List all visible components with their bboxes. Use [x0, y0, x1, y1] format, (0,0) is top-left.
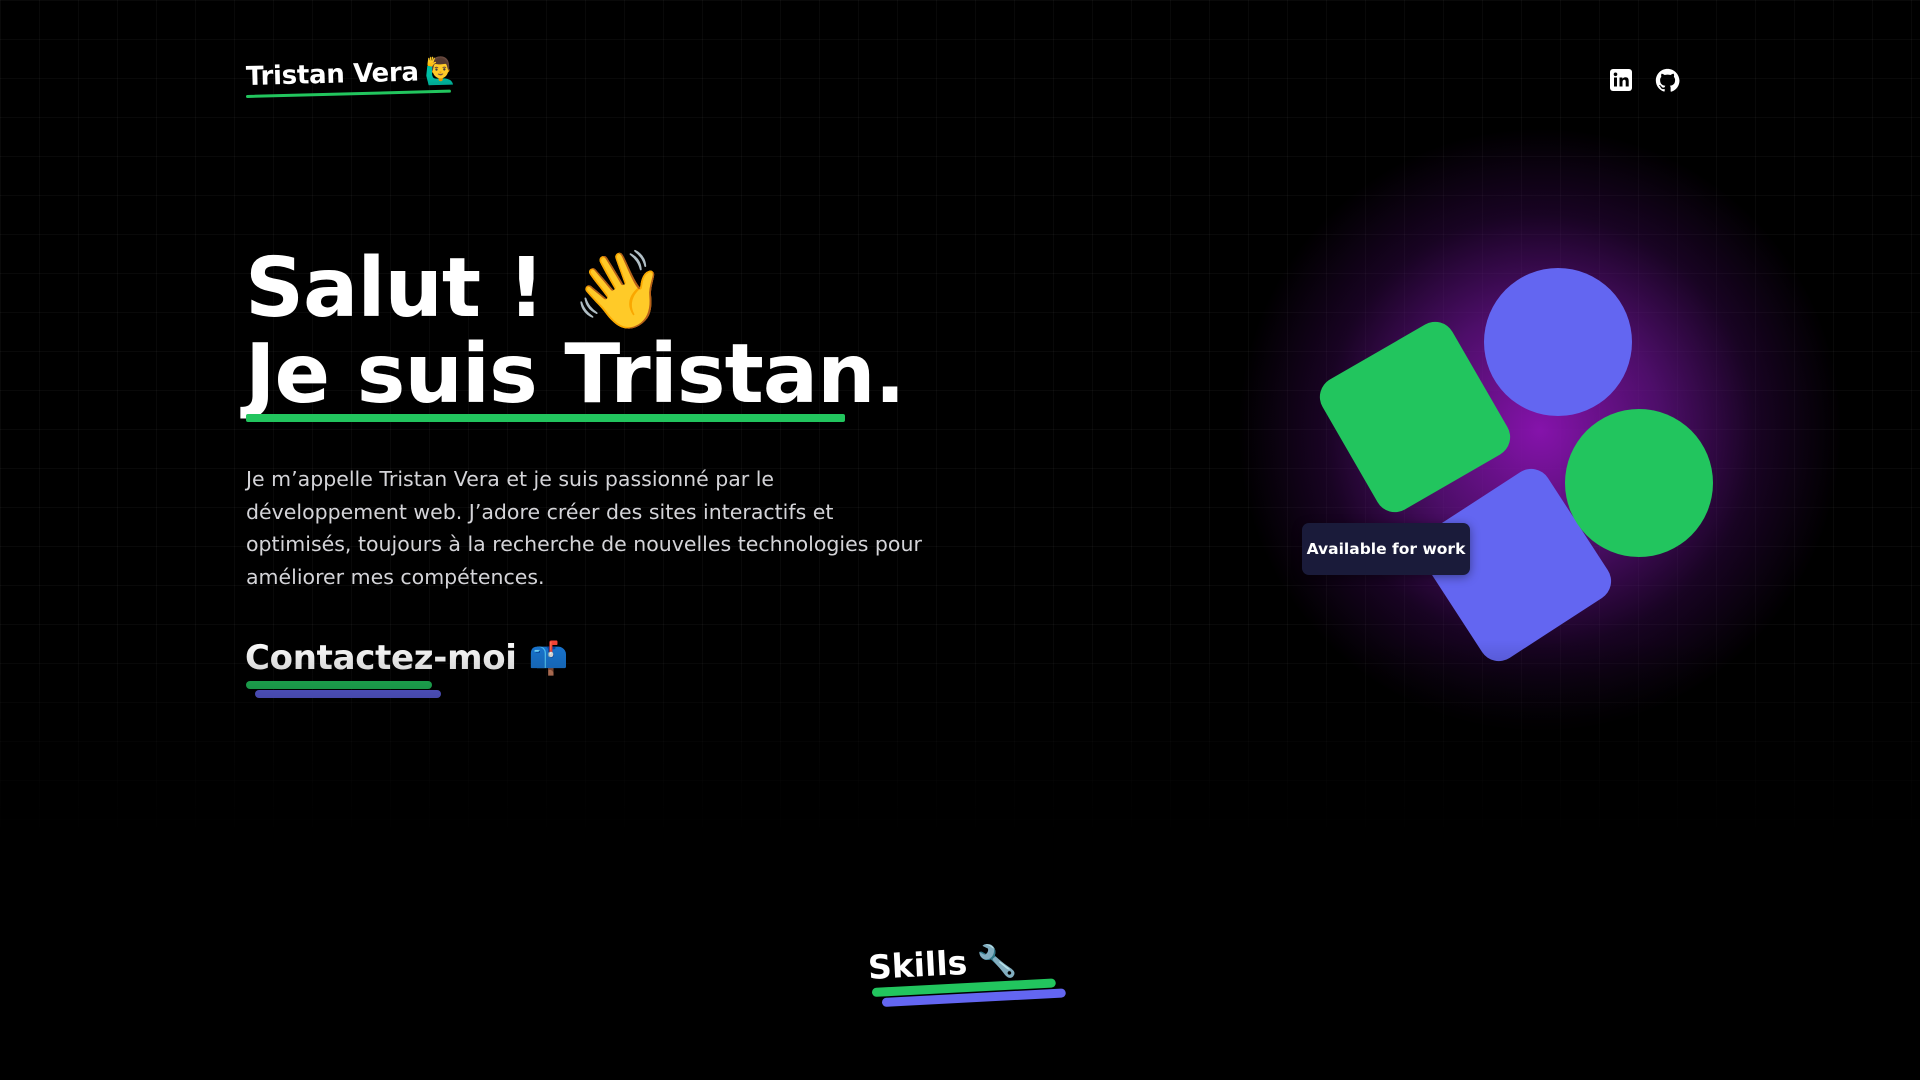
contact-underline-blue: [255, 690, 441, 698]
waving-hand-emoji-icon: 👋: [572, 245, 667, 334]
intro-paragraph: Je m’appelle Tristan Vera et je suis pas…: [246, 467, 922, 589]
greeting-text: Salut !: [245, 241, 545, 336]
skills-title-text: Skills: [866, 942, 969, 987]
portfolio-page: Tristan Vera 🙋‍♂️ Salut ! 👋 Je suis Trista…: [0, 0, 1920, 1080]
headline-underline: [246, 414, 845, 422]
brand-logo-link[interactable]: Tristan Vera 🙋‍♂️: [246, 56, 458, 92]
available-for-work-badge: Available for work: [1302, 523, 1470, 575]
purple-glow: [1235, 125, 1845, 735]
mailbox-emoji-icon: 📫: [528, 639, 569, 677]
green-circle-shape: [1565, 409, 1713, 557]
raising-hand-emoji-icon: 🙋‍♂️: [424, 56, 458, 88]
contact-me-link[interactable]: Contactez-moi 📫: [245, 638, 568, 678]
wrench-emoji-icon: 🔧: [976, 941, 1018, 982]
greeting-heading: Salut ! 👋: [245, 248, 667, 330]
github-link[interactable]: [1653, 66, 1681, 94]
github-icon: [1655, 68, 1679, 92]
indigo-circle-shape: [1484, 268, 1632, 416]
skills-heading: Skills 🔧: [867, 940, 1018, 987]
contact-underline-green: [246, 681, 432, 689]
contact-me-label: Contactez-moi: [245, 638, 517, 678]
headline: Je suis Tristan.: [245, 327, 906, 422]
linkedin-link[interactable]: [1607, 66, 1635, 94]
brand-name: Tristan Vera: [245, 57, 420, 92]
linkedin-icon: [1610, 69, 1632, 91]
